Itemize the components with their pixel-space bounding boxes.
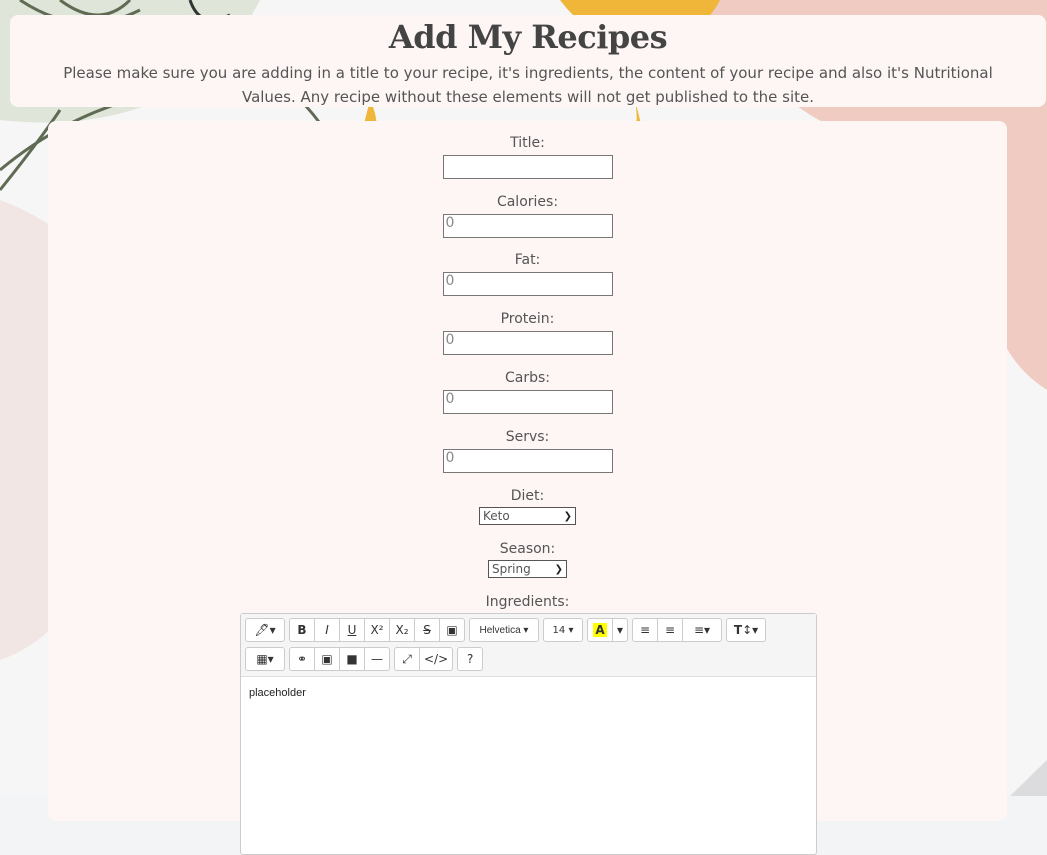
page-description: Please make sure you are adding in a tit… <box>63 64 993 106</box>
eraser-icon[interactable]: ▣ <box>439 618 465 642</box>
editor-content[interactable]: placeholder <box>241 677 816 709</box>
table-icon[interactable]: ▦▾ <box>245 647 285 671</box>
ingredients-editor: 🖋▾ B I U X² X₂ S ▣ Helvetica ▾ 14 ▾ A ▾ <box>240 613 817 855</box>
chevron-down-icon: ❯ <box>563 510 572 522</box>
carbs-input[interactable]: 0 <box>442 390 613 414</box>
help-icon[interactable]: ? <box>457 647 484 671</box>
hr-icon[interactable]: — <box>364 647 390 671</box>
chevron-down-icon: ❯ <box>554 563 563 575</box>
line-height-icon[interactable]: T ↕▾ <box>726 618 767 642</box>
fat-input[interactable]: 0 <box>442 272 613 296</box>
fat-label: Fat: <box>514 252 541 268</box>
unordered-list-icon[interactable]: ≡ <box>632 618 659 642</box>
magic-icon[interactable]: 🖋▾ <box>245 618 285 642</box>
diet-select[interactable]: Keto ❯ <box>479 507 576 525</box>
servs-input[interactable]: 0 <box>442 449 613 473</box>
fullscreen-icon[interactable]: ⤢ <box>394 647 420 671</box>
carbs-label: Carbs: <box>504 370 550 386</box>
font-size-value: 14 <box>552 624 566 636</box>
superscript-icon[interactable]: X² <box>364 618 390 642</box>
strikethrough-icon[interactable]: S <box>414 618 440 642</box>
protein-label: Protein: <box>500 311 555 327</box>
title-input[interactable] <box>442 155 613 179</box>
bold-icon[interactable]: B <box>289 618 315 642</box>
diet-field: Diet: Keto ❯ <box>48 487 1007 525</box>
title-label: Title: <box>510 135 545 151</box>
color-dropdown-icon[interactable]: ▾ <box>612 618 629 642</box>
season-label: Season: <box>499 541 556 557</box>
ingredients-label: Ingredients: <box>485 594 570 610</box>
align-icon[interactable]: ≡▾ <box>682 618 723 642</box>
diet-selected-value: Keto <box>483 509 510 523</box>
title-field: Title: <box>48 134 1007 179</box>
font-family-dropdown[interactable]: Helvetica ▾ <box>469 618 539 642</box>
season-selected-value: Spring <box>492 562 531 576</box>
editor-toolbar: 🖋▾ B I U X² X₂ S ▣ Helvetica ▾ 14 ▾ A ▾ <box>241 614 816 677</box>
link-icon[interactable]: ⚭ <box>289 647 315 671</box>
carbs-field: Carbs: 0 <box>48 369 1007 414</box>
code-view-icon[interactable]: </> <box>419 647 454 671</box>
picture-icon[interactable]: ▣ <box>314 647 340 671</box>
underline-icon[interactable]: U <box>339 618 365 642</box>
font-size-dropdown[interactable]: 14 ▾ <box>543 618 583 642</box>
season-select[interactable]: Spring ❯ <box>488 560 567 578</box>
diet-label: Diet: <box>510 488 545 504</box>
font-family-value: Helvetica <box>479 624 521 636</box>
ingredients-field: Ingredients: <box>48 593 1007 611</box>
servs-field: Servs: 0 <box>48 428 1007 473</box>
calories-input[interactable]: 0 <box>442 214 613 238</box>
calories-field: Calories: 0 <box>48 193 1007 238</box>
text-color-icon[interactable]: A <box>587 618 613 642</box>
season-field: Season: Spring ❯ <box>48 540 1007 578</box>
italic-icon[interactable]: I <box>314 618 340 642</box>
video-icon[interactable]: ■ <box>339 647 365 671</box>
servs-label: Servs: <box>505 429 550 445</box>
fat-field: Fat: 0 <box>48 251 1007 296</box>
page-title: Add My Recipes <box>388 18 668 56</box>
subscript-icon[interactable]: X₂ <box>389 618 415 642</box>
header-card: Add My Recipes Please make sure you are … <box>10 15 1046 107</box>
protein-field: Protein: 0 <box>48 310 1007 355</box>
ordered-list-icon[interactable]: ≡ <box>657 618 684 642</box>
recipe-form: Title: Calories: 0 Fat: 0 Protein: 0 Car… <box>48 121 1007 855</box>
protein-input[interactable]: 0 <box>442 331 613 355</box>
calories-label: Calories: <box>496 194 559 210</box>
